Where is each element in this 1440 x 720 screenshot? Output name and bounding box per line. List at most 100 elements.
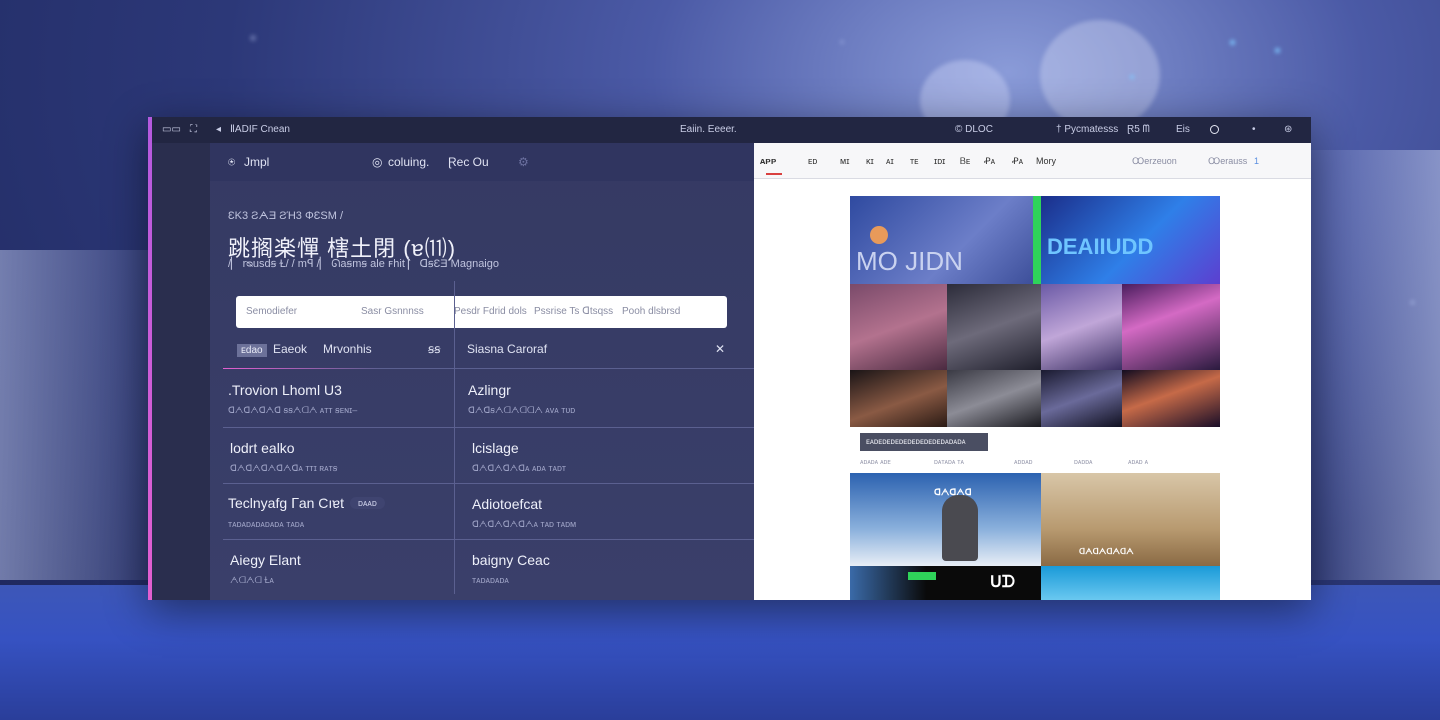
search-hint[interactable]: Pooh dlsbrsd (622, 306, 680, 317)
row-divider (223, 427, 754, 428)
nav-item[interactable]: ᴇᴅ (808, 156, 817, 166)
media-tile[interactable] (947, 370, 1041, 427)
search-hint[interactable]: Pssrise Ts ᗡtsqss (534, 306, 613, 317)
sub-toolbar: ⍟ Jmpl ◎ coluing. Ɽec Ou ⚙ (210, 143, 754, 181)
status-item[interactable]: © DLOC (955, 124, 993, 135)
back-icon[interactable]: ◂ (216, 124, 221, 135)
nav-item[interactable]: Ꝏerzeuon (1132, 156, 1177, 167)
search-icon[interactable]: ◎ (372, 155, 382, 169)
search-input[interactable]: Semodiefer Sasr Gsnnnss Pesdr Fdrid dols… (236, 296, 727, 328)
tile-title: ᑌᗪ (990, 574, 1015, 591)
list-item-subtitle: ᗡᗅᗡᗅᗡᗅᗡ ꞩꞩᗅᗡᗅ ᴀᴛᴛ ꞩᴇɴɪ– (228, 405, 358, 415)
filter-right-a[interactable]: Siasna Caroraf (467, 342, 547, 356)
media-tile[interactable] (947, 284, 1041, 370)
toolbar-action[interactable]: Ɽec Ou (448, 155, 489, 169)
nav-item[interactable]: ᴀɪ (886, 156, 894, 166)
nav-item[interactable]: Ꝓᴀ (1012, 156, 1023, 167)
filter-chip[interactable]: ᴇdao (237, 344, 267, 357)
list-item[interactable]: lcislage ᗡᗅᗡᗅᗡᗅᗡᴀ ᴀᴅᴀ ᴛᴀᴅᴛ (472, 440, 692, 474)
background-bokeh (1275, 48, 1280, 53)
settings-icon[interactable]: ⚙ (518, 155, 529, 169)
list-item-subtitle: ᗡᗅᗡᗅᗡᗅᗡᗅᗡᴀ ᴛᴛɪ ʀᴀᴛꞩ (230, 463, 338, 473)
list-item-title: lcislage (472, 440, 519, 456)
search-hint[interactable]: Sasr Gsnnnss (361, 306, 424, 317)
nav-item[interactable]: Ꝓᴀ (984, 156, 995, 167)
brand-label[interactable]: Jmpl (244, 155, 269, 169)
media-tile[interactable] (1041, 370, 1122, 427)
nav-item[interactable]: Mory (1036, 156, 1056, 166)
search-label[interactable]: coluing. (388, 155, 429, 169)
media-caption[interactable]: ᴇᴀᴅᴇᴅᴇᴅᴇᴅᴇᴅᴇᴅᴇᴅᴇᴅᴇᴅᴀᴅᴀᴅᴀ (860, 433, 988, 451)
nav-item[interactable]: ᴍɪ (840, 156, 849, 166)
nav-item[interactable]: Ꝏerauss (1208, 156, 1247, 167)
media-tile[interactable] (850, 370, 947, 427)
meta-item: ᴀᴅᴀᴅ ᴀ (1128, 459, 1149, 466)
filter-row: ᴇdao Eaeok Mrvonhis ꞩꞩ Siasna Caroraf ✕ (223, 336, 754, 370)
list-item[interactable]: Aiegy Elant ᗅᗡᗅᗡ Ɫᴀ (230, 552, 450, 586)
background-bokeh (840, 40, 844, 44)
brand-icon: ⍟ (228, 155, 236, 169)
list-item[interactable]: Azlingr ᗡᗅᗡꞩᗅᗡᗅᗡᗡᗅ ᴀᴠᴀ ᴛᴜᴅ (468, 382, 688, 416)
filter-left-a[interactable]: Eaeok (273, 342, 307, 356)
nav-item[interactable]: ᴛᴇ (910, 156, 919, 166)
list-item[interactable]: lodrt ealko ᗡᗅᗡᗅᗡᗅᗡᗅᗡᴀ ᴛᴛɪ ʀᴀᴛꞩ (230, 440, 450, 474)
tile-title: MO JIDN (856, 246, 963, 276)
expand-icon[interactable]: ⛶ (190, 124, 197, 135)
list-item[interactable]: baigny Ceac ᴛᴀᴅᴀᴅᴀᴅᴀ (472, 552, 692, 585)
list-item-subtitle: ᴛᴀᴅᴀᴅᴀᴅᴀ (472, 575, 509, 585)
tile-title: DEAIIUDD (1047, 234, 1154, 259)
dot-icon[interactable]: • (1252, 124, 1256, 135)
list-item-subtitle: ᗡᗅᗡᗅᗡᗅᗡᗅᴀ ᴛᴀᴅ ᴛᴀᴅᴍ (472, 519, 577, 529)
nav-item[interactable]: ɪᴅɪ (934, 156, 945, 166)
media-tile[interactable]: ᗡᗅᗡᗅᗡ (850, 473, 1041, 566)
media-tile[interactable] (1122, 284, 1220, 370)
background-haze (0, 250, 160, 580)
nav-item[interactable]: ᴋɪ (866, 156, 874, 166)
filter-left-b[interactable]: Mrvonhis (323, 342, 372, 356)
list-item[interactable]: Adiotoefcat ᗡᗅᗡᗅᗡᗅᗡᗅᴀ ᴛᴀᴅ ᴛᴀᴅᴍ (472, 496, 692, 530)
nav-item[interactable]: 1 (1254, 156, 1259, 166)
user-icon[interactable]: ⊛ (1284, 124, 1292, 135)
list-item-subtitle: ᗅᗡᗅᗡ Ɫᴀ (230, 575, 274, 585)
media-tile[interactable] (1122, 370, 1220, 427)
media-tile[interactable]: DEAIIUDD (1041, 196, 1220, 284)
filter-left-toggle[interactable]: ꞩꞩ (428, 342, 441, 356)
list-item-subtitle: ᗡᗅᗡꞩᗅᗡᗅᗡᗡᗅ ᴀᴠᴀ ᴛᴜᴅ (468, 405, 576, 415)
media-tile[interactable]: ᗡᗅᗡᗅᗡᗅᗡᗅ (1041, 473, 1220, 566)
search-hint[interactable]: Pesdr Fdrid dols (454, 306, 527, 317)
media-tile[interactable]: MO JIDN (850, 196, 1033, 284)
background-floor-glow (0, 585, 1440, 720)
media-tile[interactable]: ᑌᗪ (850, 566, 1041, 600)
row-divider (223, 368, 754, 369)
background-haze (1310, 150, 1440, 580)
meta-item: ᴀᴅᴀᴅᴀ ᴀᴅᴇ (860, 459, 891, 466)
search-placeholder: Semodiefer (246, 306, 298, 317)
list-item[interactable]: .Trovion Lhoml U3 ᗡᗅᗡᗅᗡᗅᗡ ꞩꞩᗅᗡᗅ ᴀᴛᴛ ꞩᴇɴɪ… (228, 382, 448, 416)
close-icon[interactable]: ✕ (715, 342, 725, 356)
browser-nav: ᴀᴘᴘ ᴇᴅ ᴍɪ ᴋɪ ᴀɪ ᴛᴇ ɪᴅɪ Ᏼᴇ Ꝓᴀ Ꝓᴀ Mory Ꝏer… (754, 143, 1311, 179)
list-item[interactable]: Teclnyafg ᒥan Cıɐt ᴅᴀᴀᴅ ᴛᴀᴅᴀᴅᴀᴅᴀᴅᴀᴅᴀ ᴛᴀᴅᴀ (228, 495, 458, 529)
green-bar (908, 572, 936, 580)
figure-shape (942, 495, 978, 561)
nav-item[interactable]: ᴀᴘᴘ (760, 156, 776, 166)
status-item[interactable]: † Pycmatesss (1056, 124, 1118, 135)
background-bokeh (1040, 20, 1160, 130)
record-icon[interactable] (1210, 125, 1219, 137)
status-item[interactable]: Ɽ5 ᗰ (1127, 124, 1150, 135)
media-tile[interactable] (1041, 566, 1220, 600)
nav-item[interactable]: Ᏼᴇ (960, 156, 970, 167)
window-title: ⅡADIF Cnean (230, 124, 290, 135)
media-tile[interactable] (1041, 284, 1122, 370)
window-center-title: Eaiin. Eeeer. (680, 124, 737, 135)
active-indicator (766, 173, 782, 175)
status-item[interactable]: Eis (1176, 124, 1190, 135)
breadcrumb[interactable]: ƐK3 ƧᗅƎ ƧΉ3 ΦƐSM / (228, 210, 343, 223)
background-bokeh (1410, 300, 1415, 305)
list-item-subtitle: ᴛᴀᴅᴀᴅᴀᴅᴀᴅᴀᴅᴀ ᴛᴀᴅᴀ (228, 519, 305, 529)
media-tile[interactable] (850, 284, 947, 370)
list-item-title: Adiotoefcat (472, 496, 543, 512)
list-item-title: lodrt ealko (230, 440, 295, 456)
list-item-title: Teclnyafg ᒥan Cıɐt (228, 495, 344, 511)
list-item-title: baigny Ceac (472, 552, 550, 568)
menu-icon[interactable]: ▭▭ (162, 124, 181, 135)
